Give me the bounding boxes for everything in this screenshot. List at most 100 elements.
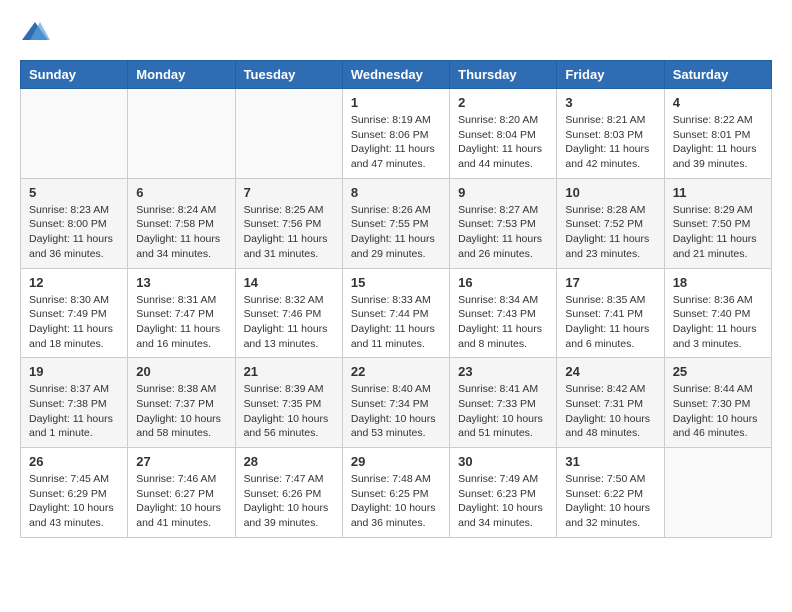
day-number: 30	[458, 454, 548, 469]
day-number: 18	[673, 275, 763, 290]
weekday-monday: Monday	[128, 61, 235, 89]
day-cell: 13Sunrise: 8:31 AM Sunset: 7:47 PM Dayli…	[128, 268, 235, 358]
day-info: Sunrise: 8:20 AM Sunset: 8:04 PM Dayligh…	[458, 113, 548, 172]
day-cell: 15 Sunrise: 8:33 AM Sunset: 7:44 PM Dayli…	[342, 268, 449, 358]
day-info: Sunrise: 7:46 AM Sunset: 6:27 PM Dayligh…	[136, 472, 226, 531]
day-info: Sunrise: 8:30 AM Sunset: 7:49 PM Dayligh…	[29, 293, 119, 352]
week-row-5: 26 Sunrise: 7:45 AM Sunset: 6:29 PM Dayli…	[21, 448, 772, 538]
day-number: 7	[244, 185, 334, 200]
day-number: 29	[351, 454, 441, 469]
day-cell: 5Sunrise: 8:23 AM Sunset: 8:00 PM Daylig…	[21, 178, 128, 268]
day-number: 11	[673, 185, 763, 200]
day-info: Sunrise: 8:24 AM Sunset: 7:58 PM Dayligh…	[136, 203, 226, 262]
day-cell: 2 Sunrise: 8:20 AM Sunset: 8:04 PM Daylig…	[450, 89, 557, 179]
day-cell: 18 Sunrise: 8:36 AM Sunset: 7:40 PM Dayli…	[664, 268, 771, 358]
weekday-tuesday: Tuesday	[235, 61, 342, 89]
day-info: Sunrise: 8:33 AM Sunset: 7:44 PM Dayligh…	[351, 293, 441, 352]
logo	[20, 20, 54, 44]
day-info: Sunrise: 8:21 AM Sunset: 8:03 PM Dayligh…	[565, 113, 655, 172]
day-cell: 14Sunrise: 8:32 AM Sunset: 7:46 PM Dayli…	[235, 268, 342, 358]
weekday-thursday: Thursday	[450, 61, 557, 89]
day-cell: 31 Sunrise: 7:50 AM Sunset: 6:22 PM Dayli…	[557, 448, 664, 538]
day-number: 21	[244, 364, 334, 379]
logo-icon	[20, 20, 50, 44]
day-cell: 27 Sunrise: 7:46 AM Sunset: 6:27 PM Dayli…	[128, 448, 235, 538]
day-number: 8	[351, 185, 441, 200]
day-number: 28	[244, 454, 334, 469]
day-number: 9	[458, 185, 548, 200]
weekday-wednesday: Wednesday	[342, 61, 449, 89]
day-info: Sunrise: 8:19 AM Sunset: 8:06 PM Dayligh…	[351, 113, 441, 172]
day-number: 27	[136, 454, 226, 469]
day-number: 13	[136, 275, 226, 290]
day-cell: 24Sunrise: 8:42 AM Sunset: 7:31 PM Dayli…	[557, 358, 664, 448]
day-number: 4	[673, 95, 763, 110]
day-cell: 29 Sunrise: 7:48 AM Sunset: 6:25 PM Dayli…	[342, 448, 449, 538]
weekday-sunday: Sunday	[21, 61, 128, 89]
day-info: Sunrise: 8:29 AM Sunset: 7:50 PM Dayligh…	[673, 203, 763, 262]
day-number: 12	[29, 275, 119, 290]
day-cell: 16 Sunrise: 8:34 AM Sunset: 7:43 PM Dayli…	[450, 268, 557, 358]
day-cell: 11 Sunrise: 8:29 AM Sunset: 7:50 PM Dayli…	[664, 178, 771, 268]
day-cell: 6 Sunrise: 8:24 AM Sunset: 7:58 PM Daylig…	[128, 178, 235, 268]
day-info: Sunrise: 7:49 AM Sunset: 6:23 PM Dayligh…	[458, 472, 548, 531]
day-cell: 22Sunrise: 8:40 AM Sunset: 7:34 PM Dayli…	[342, 358, 449, 448]
day-cell: 25 Sunrise: 8:44 AM Sunset: 7:30 PM Dayli…	[664, 358, 771, 448]
day-info: Sunrise: 8:42 AM Sunset: 7:31 PM Dayligh…	[565, 382, 655, 441]
day-number: 26	[29, 454, 119, 469]
day-number: 3	[565, 95, 655, 110]
day-number: 19	[29, 364, 119, 379]
day-cell: 28 Sunrise: 7:47 AM Sunset: 6:26 PM Dayli…	[235, 448, 342, 538]
week-row-1: 1 Sunrise: 8:19 AM Sunset: 8:06 PM Daylig…	[21, 89, 772, 179]
day-number: 10	[565, 185, 655, 200]
week-row-3: 12 Sunrise: 8:30 AM Sunset: 7:49 PM Dayli…	[21, 268, 772, 358]
weekday-header-row: SundayMondayTuesdayWednesdayThursdayFrid…	[21, 61, 772, 89]
day-info: Sunrise: 8:35 AM Sunset: 7:41 PM Dayligh…	[565, 293, 655, 352]
day-number: 22	[351, 364, 441, 379]
day-info: Sunrise: 8:28 AM Sunset: 7:52 PM Dayligh…	[565, 203, 655, 262]
day-number: 16	[458, 275, 548, 290]
day-info: Sunrise: 8:23 AM Sunset: 8:00 PM Dayligh…	[29, 203, 119, 262]
day-number: 23	[458, 364, 548, 379]
day-cell: 19Sunrise: 8:37 AM Sunset: 7:38 PM Dayli…	[21, 358, 128, 448]
calendar-body: 1 Sunrise: 8:19 AM Sunset: 8:06 PM Daylig…	[21, 89, 772, 538]
day-cell	[128, 89, 235, 179]
day-cell: 23 Sunrise: 8:41 AM Sunset: 7:33 PM Dayli…	[450, 358, 557, 448]
week-row-2: 5Sunrise: 8:23 AM Sunset: 8:00 PM Daylig…	[21, 178, 772, 268]
day-number: 15	[351, 275, 441, 290]
day-info: Sunrise: 7:47 AM Sunset: 6:26 PM Dayligh…	[244, 472, 334, 531]
day-info: Sunrise: 8:25 AM Sunset: 7:56 PM Dayligh…	[244, 203, 334, 262]
day-number: 14	[244, 275, 334, 290]
day-cell: 30 Sunrise: 7:49 AM Sunset: 6:23 PM Dayli…	[450, 448, 557, 538]
day-cell: 17 Sunrise: 8:35 AM Sunset: 7:41 PM Dayli…	[557, 268, 664, 358]
day-info: Sunrise: 7:45 AM Sunset: 6:29 PM Dayligh…	[29, 472, 119, 531]
day-number: 31	[565, 454, 655, 469]
day-cell: 3 Sunrise: 8:21 AM Sunset: 8:03 PM Daylig…	[557, 89, 664, 179]
day-cell	[235, 89, 342, 179]
day-info: Sunrise: 8:38 AM Sunset: 7:37 PM Dayligh…	[136, 382, 226, 441]
day-number: 6	[136, 185, 226, 200]
day-info: Sunrise: 8:36 AM Sunset: 7:40 PM Dayligh…	[673, 293, 763, 352]
weekday-friday: Friday	[557, 61, 664, 89]
week-row-4: 19Sunrise: 8:37 AM Sunset: 7:38 PM Dayli…	[21, 358, 772, 448]
day-number: 2	[458, 95, 548, 110]
day-cell: 1 Sunrise: 8:19 AM Sunset: 8:06 PM Daylig…	[342, 89, 449, 179]
day-info: Sunrise: 8:22 AM Sunset: 8:01 PM Dayligh…	[673, 113, 763, 172]
calendar-table: SundayMondayTuesdayWednesdayThursdayFrid…	[20, 60, 772, 538]
weekday-saturday: Saturday	[664, 61, 771, 89]
day-info: Sunrise: 8:41 AM Sunset: 7:33 PM Dayligh…	[458, 382, 548, 441]
day-cell	[21, 89, 128, 179]
day-number: 17	[565, 275, 655, 290]
day-cell: 9 Sunrise: 8:27 AM Sunset: 7:53 PM Daylig…	[450, 178, 557, 268]
day-cell: 8Sunrise: 8:26 AM Sunset: 7:55 PM Daylig…	[342, 178, 449, 268]
day-cell: 7 Sunrise: 8:25 AM Sunset: 7:56 PM Daylig…	[235, 178, 342, 268]
day-info: Sunrise: 7:48 AM Sunset: 6:25 PM Dayligh…	[351, 472, 441, 531]
day-cell: 4 Sunrise: 8:22 AM Sunset: 8:01 PM Daylig…	[664, 89, 771, 179]
day-info: Sunrise: 8:44 AM Sunset: 7:30 PM Dayligh…	[673, 382, 763, 441]
day-info: Sunrise: 7:50 AM Sunset: 6:22 PM Dayligh…	[565, 472, 655, 531]
day-number: 1	[351, 95, 441, 110]
day-cell: 20Sunrise: 8:38 AM Sunset: 7:37 PM Dayli…	[128, 358, 235, 448]
day-info: Sunrise: 8:34 AM Sunset: 7:43 PM Dayligh…	[458, 293, 548, 352]
day-info: Sunrise: 8:27 AM Sunset: 7:53 PM Dayligh…	[458, 203, 548, 262]
day-number: 25	[673, 364, 763, 379]
